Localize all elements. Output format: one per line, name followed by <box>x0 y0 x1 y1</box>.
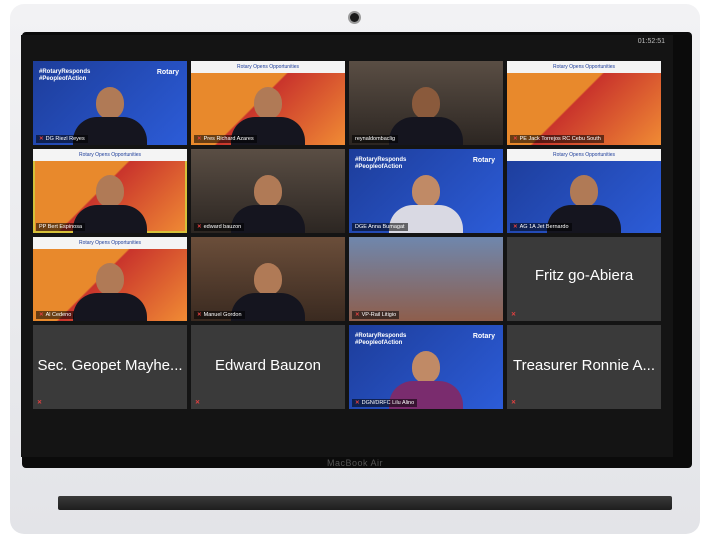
participant-name: ✕ AG 1A Jet Bernardo <box>510 223 572 231</box>
participant-name: ✕ VP-Rail Litigio <box>352 311 400 319</box>
participant-tile[interactable]: #RotaryResponds #PeopleofAction Rotary DG… <box>349 149 503 233</box>
muted-mic-icon: ✕ <box>513 136 518 142</box>
participant-display-name: Edward Bauzon <box>215 357 321 374</box>
rotary-logo: Rotary <box>472 333 495 340</box>
muted-mic-icon: ✕ <box>197 136 202 142</box>
gallery-grid: #RotaryResponds #PeopleofAction Rotary ✕ D… <box>33 61 661 449</box>
participant-name: PP Bert Espinosa <box>36 223 86 231</box>
participant-tile-active[interactable]: Rotary Opens Opportunities PP Bert Espin… <box>33 149 187 233</box>
rotary-banner: Rotary Opens Opportunities <box>33 237 187 249</box>
participant-tile[interactable]: #RotaryResponds #PeopleofAction Rotary ✕ D… <box>33 61 187 145</box>
participant-name: ✕ Al Cedeno <box>36 311 75 319</box>
muted-mic-icon: ✕ <box>39 312 44 318</box>
participant-tile[interactable]: Edward Bauzon ✕ <box>191 325 345 409</box>
participant-tile[interactable]: Sec. Geopet Mayhe... ✕ <box>33 325 187 409</box>
rotary-logo: Rotary <box>156 69 179 76</box>
participant-name: DGE Anna Bumagat <box>352 223 408 231</box>
participant-name: ✕ DG Riezl Reyes <box>36 135 88 143</box>
muted-mic-icon: ✕ <box>197 312 202 318</box>
participant-name: ✕ DGN/DRFC Lilu Alino <box>352 399 418 407</box>
participant-tile[interactable]: Rotary Opens Opportunities ✕ PE Jack Torr… <box>507 61 661 145</box>
rotary-logo: Rotary <box>472 157 495 164</box>
muted-mic-icon: ✕ <box>39 136 44 142</box>
muted-mic-icon: ✕ <box>197 224 202 230</box>
rotary-banner: Rotary Opens Opportunities <box>507 61 661 73</box>
muted-mic-icon: ✕ <box>511 312 517 318</box>
rotary-banner: Rotary Opens Opportunities <box>33 149 187 161</box>
participant-display-name: Treasurer Ronnie A... <box>512 357 655 374</box>
hashtag-text: #RotaryResponds #PeopleofAction <box>355 333 407 346</box>
laptop-hinge <box>58 496 672 510</box>
meeting-clock: 01:52:51 <box>637 38 665 45</box>
participant-display-name: Fritz go-Abiera <box>534 267 634 284</box>
participant-name: ✕ PE Jack Torrejos RC Cebu South <box>510 135 604 143</box>
video-feed <box>73 263 147 321</box>
rotary-banner: Rotary Opens Opportunities <box>507 149 661 161</box>
participant-name: ✕ edward bauzon <box>194 223 245 231</box>
video-feed <box>389 87 463 145</box>
muted-mic-icon: ✕ <box>195 400 201 406</box>
participant-name: reynaldombaclig <box>352 135 399 143</box>
participant-name: ✕ Pres Richard Azares <box>194 135 257 143</box>
participant-tile[interactable]: reynaldombaclig <box>349 61 503 145</box>
zoom-gallery-window: 01:52:51 #RotaryResponds #PeopleofAction … <box>21 35 673 457</box>
participant-tile[interactable]: #RotaryResponds #PeopleofAction Rotary ✕ D… <box>349 325 503 409</box>
participant-tile[interactable]: Fritz go-Abiera ✕ <box>507 237 661 321</box>
laptop-brand-label: MacBook Air <box>326 458 384 468</box>
participant-tile[interactable]: ✕ Manuel Gordon <box>191 237 345 321</box>
participant-tile[interactable]: Rotary Opens Opportunities ✕ Pres Richard… <box>191 61 345 145</box>
participant-name: ✕ Manuel Gordon <box>194 311 245 319</box>
rotary-banner: Rotary Opens Opportunities <box>191 61 345 73</box>
participant-tile[interactable]: ✕ VP-Rail Litigio <box>349 237 503 321</box>
muted-mic-icon: ✕ <box>37 400 43 406</box>
muted-mic-icon: ✕ <box>355 312 360 318</box>
participant-tile[interactable]: ✕ edward bauzon <box>191 149 345 233</box>
participant-tile[interactable]: Rotary Opens Opportunities ✕ AG 1A Jet Be… <box>507 149 661 233</box>
participant-tile[interactable]: Rotary Opens Opportunities ✕ Al Cedeno <box>33 237 187 321</box>
participant-tile[interactable]: Treasurer Ronnie A... ✕ <box>507 325 661 409</box>
muted-mic-icon: ✕ <box>513 224 518 230</box>
participant-display-name: Sec. Geopet Mayhe... <box>37 357 183 374</box>
webcam-icon <box>350 13 359 22</box>
hashtag-text: #RotaryResponds #PeopleofAction <box>355 157 407 170</box>
muted-mic-icon: ✕ <box>511 400 517 406</box>
muted-mic-icon: ✕ <box>355 400 360 406</box>
hashtag-text: #RotaryResponds #PeopleofAction <box>39 69 91 82</box>
